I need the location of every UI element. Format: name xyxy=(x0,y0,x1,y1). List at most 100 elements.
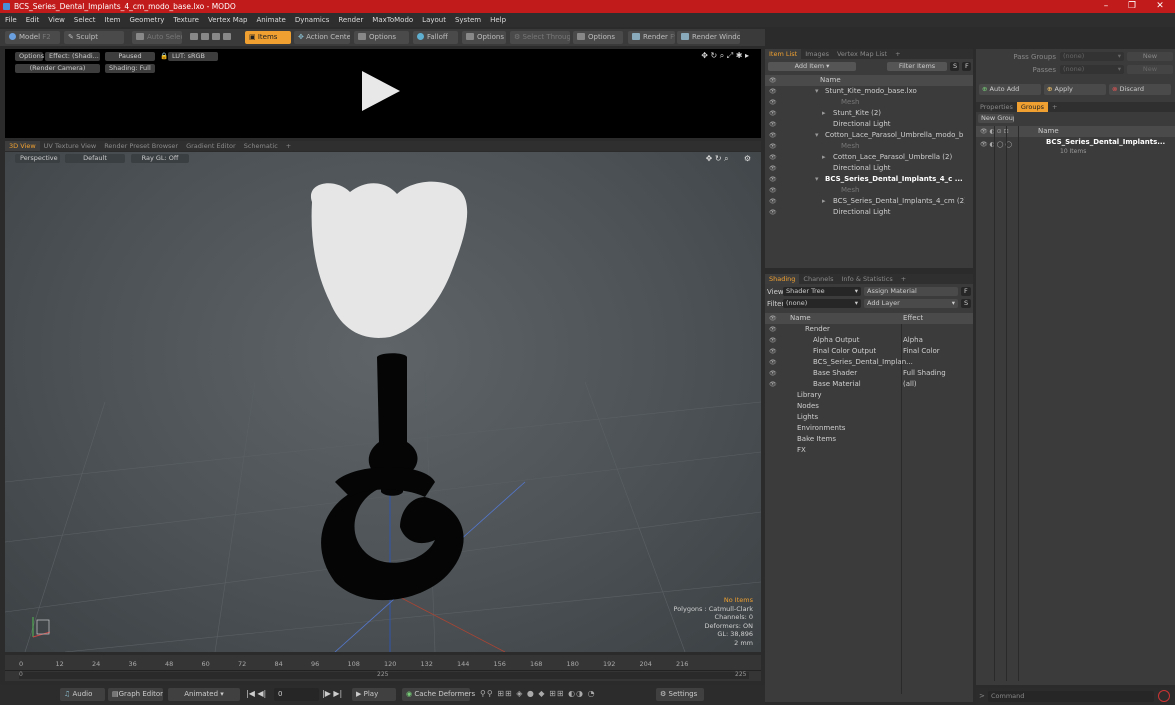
visibility-eye-icon[interactable]: 👁 xyxy=(769,108,777,119)
f-button[interactable]: F xyxy=(961,287,971,296)
menu-geometry[interactable]: Geometry xyxy=(124,13,168,27)
menu-dynamics[interactable]: Dynamics xyxy=(290,13,334,27)
maximize-button[interactable]: ❐ xyxy=(1121,0,1143,13)
new-group-button[interactable]: New Group xyxy=(978,114,1014,123)
passes-dropdown[interactable]: (none) ▾ xyxy=(1060,65,1124,74)
s-button[interactable]: S xyxy=(961,299,971,308)
expand-arrow-icon[interactable]: ▾ xyxy=(815,130,819,141)
graph-editor-button[interactable]: ▤Graph Editor xyxy=(108,688,163,701)
tab-render-preset-browser[interactable]: Render Preset Browser xyxy=(100,141,182,151)
tab-images[interactable]: Images xyxy=(801,49,833,59)
visibility-eye-icon[interactable]: 👁 xyxy=(769,97,777,108)
tab-info-statistics[interactable]: Info & Statistics xyxy=(837,274,896,284)
menu-animate[interactable]: Animate xyxy=(251,13,289,27)
select-through-button[interactable]: ⚙ Select Through xyxy=(510,31,570,44)
frame-input[interactable]: 0 xyxy=(274,688,319,701)
menu-select[interactable]: Select xyxy=(69,13,100,27)
shader-tree-row[interactable]: Nodes xyxy=(765,401,965,412)
shader-tree-row[interactable]: 👁 Final Color Output Final Color xyxy=(765,346,965,357)
shader-tree-row[interactable]: Library xyxy=(765,390,965,401)
close-button[interactable]: ✕ xyxy=(1149,0,1171,13)
add-tab-button[interactable]: + xyxy=(1048,102,1061,112)
menu-texture[interactable]: Texture xyxy=(168,13,203,27)
shader-tree-row[interactable]: 👁 Base Material (all) xyxy=(765,379,965,390)
visibility-eye-icon[interactable]: 👁 xyxy=(769,185,777,196)
item-list-row[interactable]: 👁 Mesh xyxy=(765,141,965,152)
item-list-row[interactable]: 👁 Mesh xyxy=(765,185,965,196)
visibility-eye-icon[interactable]: 👁 xyxy=(769,207,777,218)
play-preview-icon[interactable] xyxy=(362,71,400,111)
perspective-dropdown[interactable]: Perspective xyxy=(15,154,60,163)
shading-dropdown[interactable]: Shading: Full xyxy=(105,64,155,73)
apply-button[interactable]: ⊕ Apply xyxy=(1044,84,1106,95)
falloff-button[interactable]: Falloff xyxy=(413,31,458,44)
animated-dropdown[interactable]: Animated ▾ xyxy=(168,688,240,701)
auto-select-button[interactable]: Auto Select xyxy=(132,31,182,44)
visibility-eye-icon[interactable]: 👁 xyxy=(769,174,777,185)
visibility-eye-icon[interactable]: 👁 xyxy=(769,152,777,163)
menu-view[interactable]: View xyxy=(43,13,69,27)
menu-item[interactable]: Item xyxy=(100,13,125,27)
assign-material-button[interactable]: Assign Material xyxy=(864,287,958,296)
shader-tree-row[interactable]: 👁 Alpha Output Alpha xyxy=(765,335,965,346)
expand-arrow-icon[interactable]: ▾ xyxy=(815,86,819,97)
paused-toggle[interactable]: Paused xyxy=(105,52,155,61)
visibility-eye-icon[interactable]: 👁 xyxy=(769,324,777,335)
add-layer-dropdown[interactable]: Add Layer ▾ xyxy=(864,299,958,308)
expand-arrow-icon[interactable]: ▸ xyxy=(822,108,826,119)
preview-nav-icons[interactable]: ✥ ↻ ⌕ ⤢ ✱ ▸ xyxy=(701,51,749,61)
raygl-dropdown[interactable]: Ray GL: Off xyxy=(131,154,189,163)
menu-maxtomodo[interactable]: MaxToModo xyxy=(367,13,417,27)
tab-groups[interactable]: Groups xyxy=(1016,102,1049,112)
items-button[interactable]: ▣ Items xyxy=(245,31,291,44)
menu-render[interactable]: Render xyxy=(333,13,367,27)
item-list-row[interactable]: 👁 Mesh xyxy=(765,97,965,108)
add-tab-button[interactable]: + xyxy=(891,49,904,59)
f-button[interactable]: F xyxy=(962,62,971,71)
shader-tree-row[interactable]: Environments xyxy=(765,423,965,434)
visibility-eye-icon[interactable]: 👁 xyxy=(769,119,777,130)
tab-shading[interactable]: Shading xyxy=(765,274,800,284)
tab-gradient-editor[interactable]: Gradient Editor xyxy=(182,141,240,151)
item-list-row[interactable]: 👁 ▸ BCS_Series_Dental_Implants_4_cm (2) xyxy=(765,196,965,207)
shader-tree-row[interactable]: 👁 Base Shader Full Shading xyxy=(765,368,965,379)
shader-effect[interactable]: Alpha xyxy=(903,335,923,346)
render-window-button[interactable]: Render Window xyxy=(677,31,740,44)
add-tab-button[interactable]: + xyxy=(897,274,910,284)
visibility-eye-icon[interactable]: 👁 xyxy=(769,141,777,152)
timeline[interactable]: 0 12 24 36 48 60 72 84 96 108 120 132 144 156 168 180 19… xyxy=(5,655,761,681)
new-pass-group-button[interactable]: New xyxy=(1127,52,1173,61)
item-list-row[interactable]: 👁 ▾ Stunt_Kite_modo_base.lxo xyxy=(765,86,965,97)
next-key-icons[interactable]: |▶ ▶| xyxy=(322,689,342,698)
options-button-3[interactable]: Options xyxy=(573,31,623,44)
menu-help[interactable]: Help xyxy=(485,13,510,27)
options-button-2[interactable]: Options xyxy=(462,31,506,44)
default-shading-dropdown[interactable]: Default xyxy=(65,154,125,163)
item-list-row[interactable]: 👁 ▾ Cotton_Lace_Parasol_Umbrella_modo_b ..… xyxy=(765,130,965,141)
render-preview[interactable]: Options Effect: (Shadi... Paused 🔒 LUT: … xyxy=(5,49,761,138)
visibility-eye-icon[interactable]: 👁 xyxy=(769,368,777,379)
visibility-eye-icon[interactable]: 👁 xyxy=(769,130,777,141)
record-icon[interactable] xyxy=(1158,690,1170,702)
viewport-nav-icons[interactable]: ✥ ↻ ⌕ ⚙ xyxy=(706,154,751,164)
expand-arrow-icon[interactable]: ▸ xyxy=(822,196,826,207)
tab-uv-texture-view[interactable]: UV Texture View xyxy=(40,141,101,151)
shader-tree-row[interactable]: FX xyxy=(765,445,965,456)
add-tab-button[interactable]: + xyxy=(282,141,295,151)
tab-item-list[interactable]: Item List xyxy=(765,49,802,59)
tab-3d-view[interactable]: 3D View xyxy=(5,141,40,151)
visibility-eye-icon[interactable]: 👁 xyxy=(769,357,777,368)
play-button[interactable]: ▶ Play xyxy=(352,688,396,701)
tab-properties[interactable]: Properties xyxy=(976,102,1017,112)
model-button[interactable]: Model F2 xyxy=(5,31,60,44)
group-row-icons[interactable]: 👁 ◐ ◯ ◯ xyxy=(980,141,1012,148)
sculpt-button[interactable]: ✎ Sculpt xyxy=(64,31,124,44)
expand-arrow-icon[interactable]: ▾ xyxy=(815,174,819,185)
menu-vertex-map[interactable]: Vertex Map xyxy=(203,13,252,27)
prev-key-icons[interactable]: |◀ ◀| xyxy=(246,689,266,698)
expand-arrow-icon[interactable]: ▸ xyxy=(822,152,826,163)
item-list-row[interactable]: 👁 Directional Light xyxy=(765,119,965,130)
filter-items-input[interactable]: Filter Items xyxy=(887,62,947,71)
discard-button[interactable]: ⊗ Discard xyxy=(1109,84,1171,95)
settings-button[interactable]: ⚙ Settings xyxy=(656,688,704,701)
